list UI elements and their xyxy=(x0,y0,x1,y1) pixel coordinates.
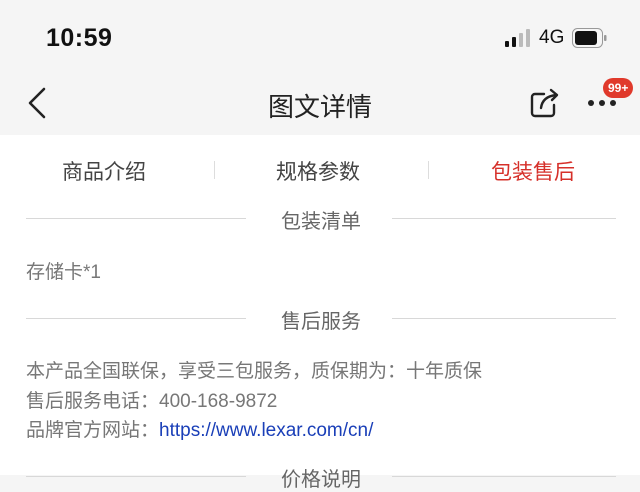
detail-content: 商品介绍 规格参数 包装售后 包装清单 存储卡*1 售后服务 本产品全国联保，享… xyxy=(0,135,640,491)
service-phone-row: 售后服务电话：400-168-9872 xyxy=(26,386,277,413)
tab-bar: 商品介绍 规格参数 包装售后 xyxy=(0,135,640,201)
section-header-packing: 包装清单 xyxy=(26,203,616,233)
official-site-label: 品牌官方网站： xyxy=(26,420,160,441)
warranty-text: 本产品全国联保，享受三包服务，质保期为：十年质保 xyxy=(26,361,483,382)
packing-item: 存储卡*1 xyxy=(26,262,101,283)
battery-icon xyxy=(572,28,607,48)
section-title: 售后服务 xyxy=(281,311,361,333)
status-bar: 10:59 4G xyxy=(0,0,640,75)
section-header-price: 价格说明 xyxy=(26,461,616,491)
share-icon[interactable] xyxy=(528,86,562,120)
network-type: 4G xyxy=(539,27,565,48)
nav-bar: 图文详情 99+ xyxy=(0,75,640,135)
official-site-row: 品牌官方网站：https://www.lexar.com/cn/ xyxy=(26,415,373,442)
more-icon[interactable] xyxy=(587,99,617,107)
service-phone-label: 售后服务电话： xyxy=(26,391,160,412)
tab-product-intro[interactable]: 商品介绍 xyxy=(62,156,146,186)
message-count-badge: 99+ xyxy=(603,78,634,98)
signal-icon xyxy=(505,29,531,47)
section-title: 包装清单 xyxy=(281,211,361,233)
tab-packing-aftersales[interactable]: 包装售后 xyxy=(491,156,575,186)
tab-specs[interactable]: 规格参数 xyxy=(276,156,360,186)
tab-divider xyxy=(428,161,429,179)
section-title: 价格说明 xyxy=(281,469,361,491)
section-header-after-sales: 售后服务 xyxy=(26,303,616,333)
service-phone-number[interactable]: 400-168-9872 xyxy=(159,391,277,412)
tab-divider xyxy=(214,161,215,179)
official-site-link[interactable]: https://www.lexar.com/cn/ xyxy=(159,420,373,441)
status-time: 10:59 xyxy=(46,24,113,52)
